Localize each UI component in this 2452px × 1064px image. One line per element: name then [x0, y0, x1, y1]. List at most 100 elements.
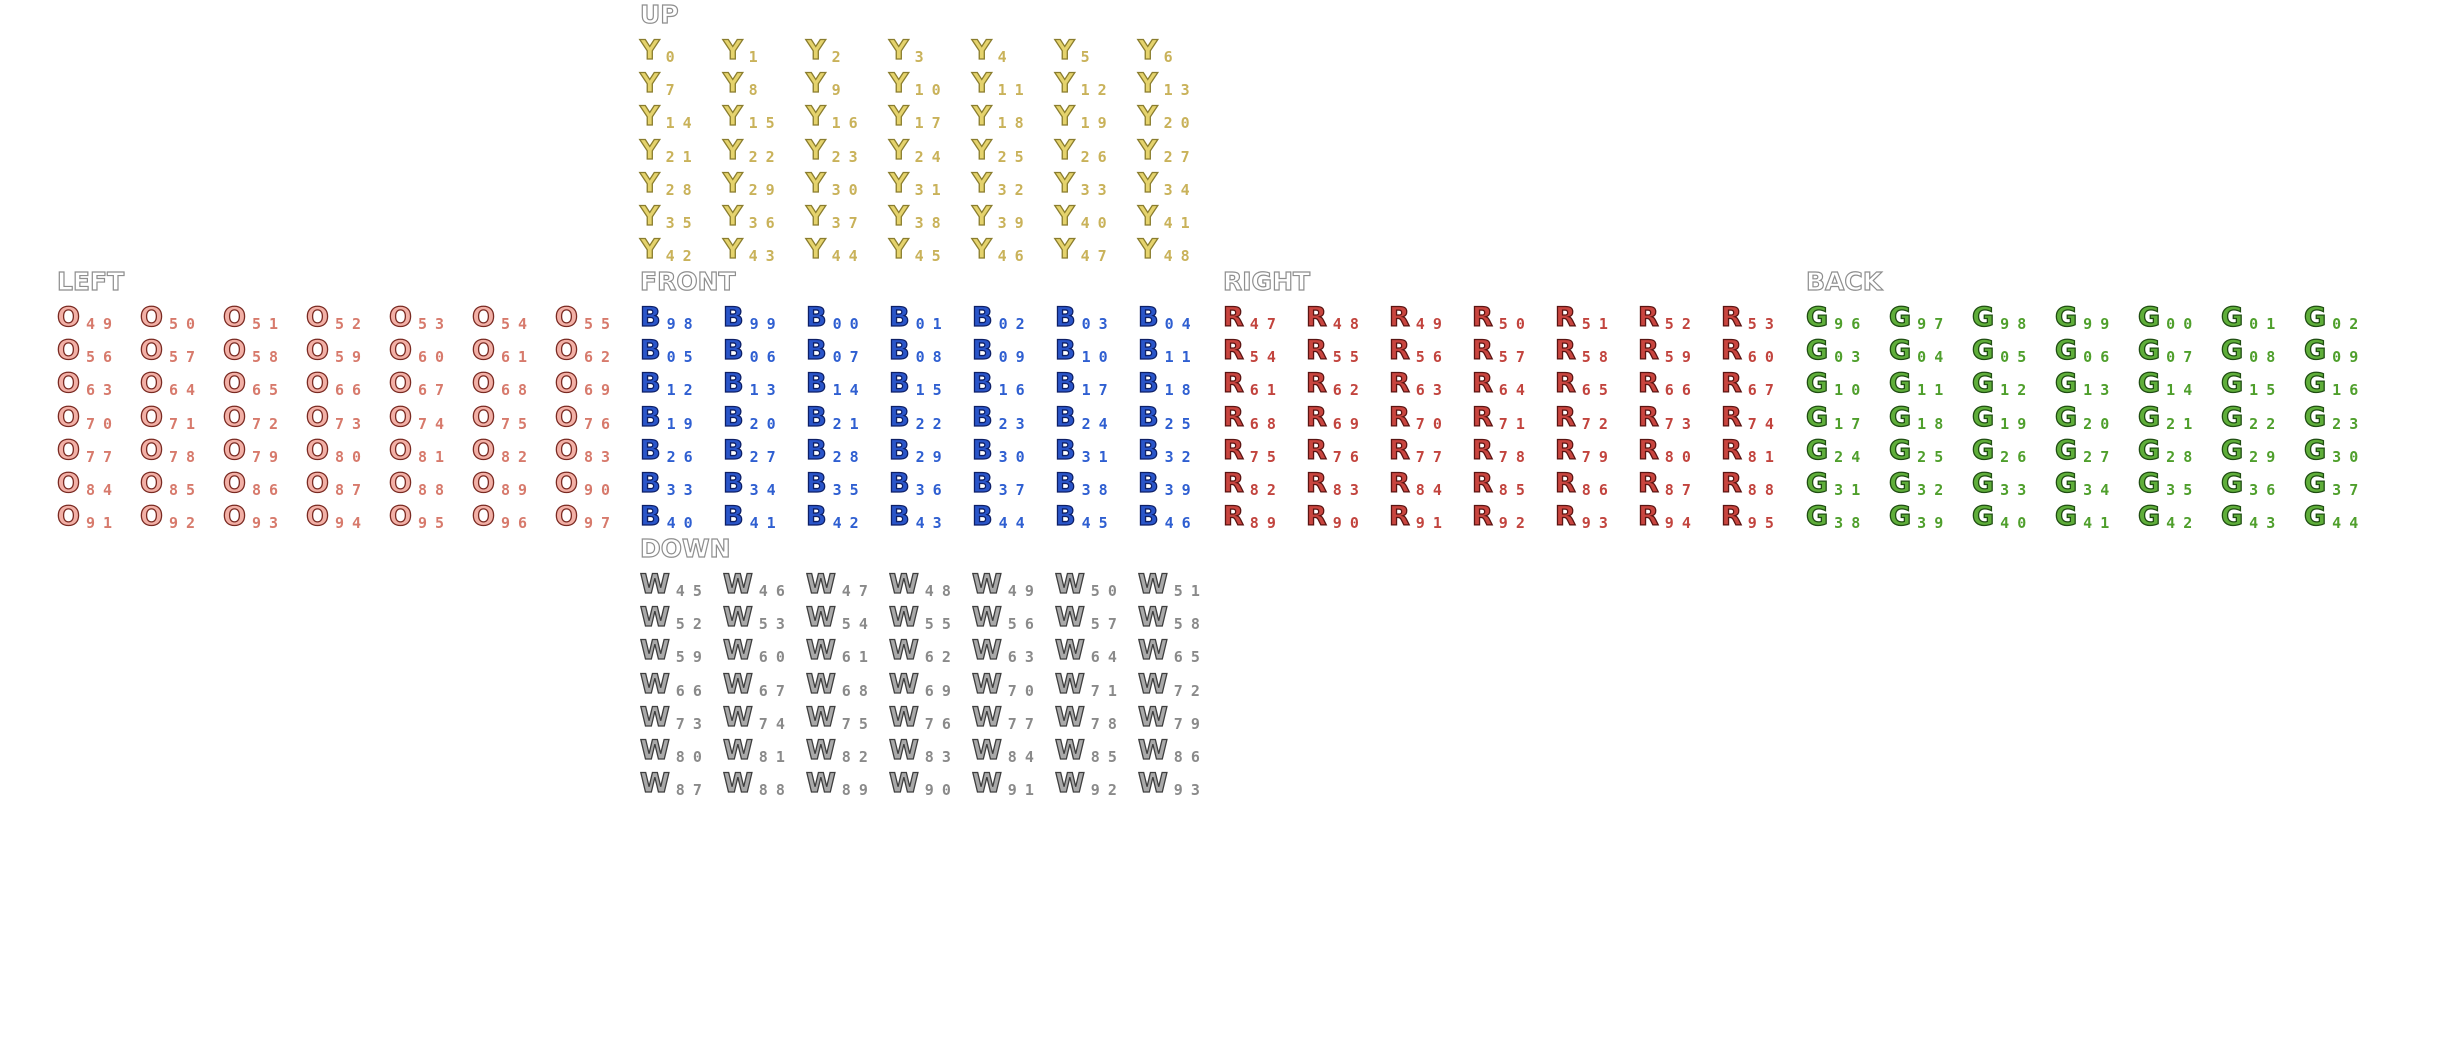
sticker-letter: G	[2303, 301, 2327, 333]
sticker-back: G 29	[2220, 433, 2291, 469]
sticker-letter: R	[1637, 368, 1659, 400]
sticker-letter: B	[722, 368, 744, 400]
sticker-letter: O	[388, 368, 412, 400]
sticker-right: R 47	[1222, 300, 1293, 336]
sticker-letter: G	[2137, 501, 2161, 533]
sticker-letter: R	[1388, 401, 1410, 433]
sticker-letter: R	[1720, 368, 1742, 400]
sticker-right: R 67	[1720, 366, 1791, 402]
sticker-letter: R	[1388, 335, 1410, 367]
sticker-back: G 31	[1805, 466, 1876, 502]
sticker-letter: G	[2303, 335, 2327, 367]
sticker-right: R 92	[1471, 499, 1542, 535]
sticker-letter: B	[1054, 368, 1076, 400]
sticker-letter: B	[888, 501, 910, 533]
sticker-letter: O	[471, 368, 495, 400]
sticker-number: 41	[2083, 514, 2118, 533]
sticker-back: G 27	[2054, 433, 2125, 469]
sticker-right: R 94	[1637, 499, 1708, 535]
sticker-right: R 70	[1388, 400, 1459, 436]
sticker-back: G 40	[1971, 499, 2042, 535]
sticker-letter: G	[2220, 434, 2244, 466]
sticker-up: Y 42	[639, 232, 710, 268]
sticker-down: W 58	[1137, 600, 1208, 636]
sticker-number: 93	[251, 514, 287, 533]
sticker-left: O 53	[388, 300, 459, 336]
sticker-left: O 56	[56, 333, 127, 369]
sticker-right: R 78	[1471, 433, 1542, 469]
sticker-letter: R	[1720, 301, 1742, 333]
sticker-back: G 35	[2137, 466, 2208, 502]
sticker-letter: B	[1137, 467, 1159, 499]
sticker-right: R 75	[1222, 433, 1293, 469]
sticker-back: G 34	[2054, 466, 2125, 502]
sticker-right: R 93	[1554, 499, 1625, 535]
sticker-letter: R	[1471, 368, 1493, 400]
sticker-left: O 59	[305, 333, 376, 369]
sticker-number: 92	[1090, 781, 1125, 800]
sticker-letter: R	[1554, 434, 1576, 466]
sticker-letter: G	[2303, 368, 2327, 400]
sticker-back: G 43	[2220, 499, 2291, 535]
sticker-letter: O	[388, 335, 412, 367]
sticker-letter: G	[2054, 467, 2078, 499]
sticker-down: W 56	[971, 600, 1042, 636]
sticker-letter: W	[639, 768, 670, 800]
sticker-right: R 90	[1305, 499, 1376, 535]
sticker-back: G 24	[1805, 433, 1876, 469]
sticker-number: 95	[417, 514, 453, 533]
sticker-letter: Y	[722, 134, 743, 166]
sticker-left: O 89	[471, 466, 542, 502]
sticker-letter: O	[554, 434, 578, 466]
sticker-letter: R	[1388, 434, 1410, 466]
sticker-number: 90	[924, 781, 959, 800]
sticker-letter: O	[471, 501, 495, 533]
sticker-up: Y1	[722, 33, 793, 69]
sticker-letter: B	[805, 434, 827, 466]
sticker-left: O 52	[305, 300, 376, 336]
sticker-letter: G	[1888, 434, 1912, 466]
sticker-up: Y 12	[1054, 66, 1125, 102]
sticker-right: R 69	[1305, 400, 1376, 436]
sticker-back: G 99	[2054, 300, 2125, 336]
sticker-letter: O	[471, 467, 495, 499]
sticker-letter: W	[805, 602, 836, 634]
sticker-right: R 55	[1305, 333, 1376, 369]
sticker-down: W 75	[805, 700, 876, 736]
sticker-left: O 82	[471, 433, 542, 469]
sticker-down: W 72	[1137, 667, 1208, 703]
sticker-number: 96	[500, 514, 536, 533]
sticker-letter: Y	[805, 34, 826, 66]
sticker-letter: O	[554, 401, 578, 433]
sticker-letter: R	[1305, 467, 1327, 499]
sticker-right: R 51	[1554, 300, 1625, 336]
sticker-up: Y 23	[805, 133, 876, 169]
sticker-letter: W	[722, 701, 753, 733]
sticker-letter: B	[639, 401, 661, 433]
sticker-number: 97	[583, 514, 619, 533]
sticker-letter: O	[56, 467, 80, 499]
sticker-front: B 22	[888, 400, 959, 436]
sticker-up: Y 32	[971, 166, 1042, 202]
sticker-left: O 79	[222, 433, 293, 469]
sticker-down: W 71	[1054, 667, 1125, 703]
sticker-up: Y0	[639, 33, 710, 69]
sticker-letter: B	[722, 335, 744, 367]
sticker-letter: B	[1054, 434, 1076, 466]
sticker-up: Y 26	[1054, 133, 1125, 169]
sticker-letter: B	[971, 368, 993, 400]
sticker-letter: R	[1471, 434, 1493, 466]
sticker-letter: W	[1137, 668, 1168, 700]
sticker-front: B 98	[639, 300, 710, 336]
sticker-letter: B	[1137, 301, 1159, 333]
sticker-letter: G	[1888, 368, 1912, 400]
sticker-up: Y 37	[805, 199, 876, 235]
sticker-letter: W	[722, 768, 753, 800]
sticker-letter: G	[2303, 467, 2327, 499]
sticker-up: Y 35	[639, 199, 710, 235]
sticker-back: G 16	[2303, 366, 2374, 402]
sticker-letter: B	[639, 434, 661, 466]
sticker-right: R 76	[1305, 433, 1376, 469]
sticker-right: R 57	[1471, 333, 1542, 369]
sticker-letter: O	[139, 301, 163, 333]
